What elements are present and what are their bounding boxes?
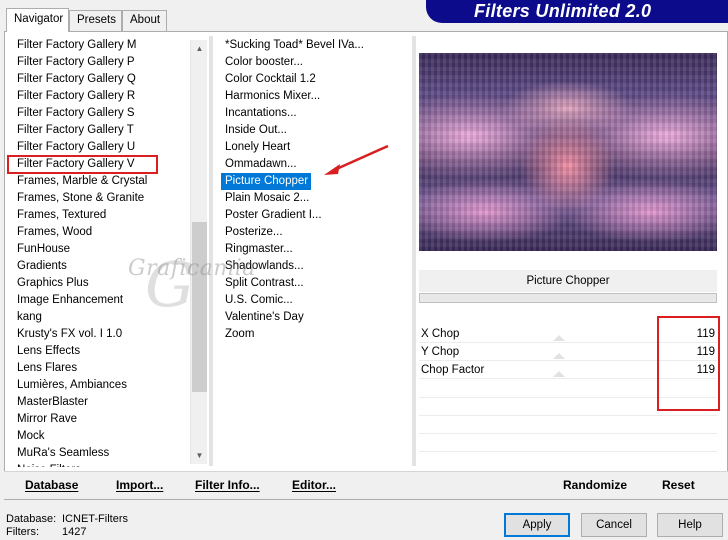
slider-thumb-icon[interactable] xyxy=(553,335,565,341)
cancel-button[interactable]: Cancel xyxy=(581,513,647,537)
list-item[interactable]: Lumières, Ambiances xyxy=(13,377,189,394)
filter-title: Picture Chopper xyxy=(419,270,717,292)
list-item[interactable]: Picture Chopper xyxy=(221,173,312,190)
list-item[interactable]: Krusty's FX vol. I 1.0 xyxy=(13,326,189,343)
list-item[interactable]: Mirror Rave xyxy=(13,411,189,428)
param-row-empty xyxy=(419,451,717,452)
list-item[interactable]: Inside Out... xyxy=(221,122,407,139)
help-button[interactable]: Help xyxy=(657,513,723,537)
tab-presets[interactable]: Presets xyxy=(69,10,122,31)
panel-divider-right xyxy=(412,36,416,466)
list-item[interactable]: Incantations... xyxy=(221,105,407,122)
list-item[interactable]: Color Cocktail 1.2 xyxy=(221,71,407,88)
list-item[interactable]: Frames, Stone & Granite xyxy=(13,190,189,207)
slider-thumb-icon[interactable] xyxy=(553,371,565,377)
list-item[interactable]: Filter Factory Gallery T xyxy=(13,122,189,139)
list-item[interactable]: Filter Factory Gallery R xyxy=(13,88,189,105)
list-item[interactable]: Frames, Wood xyxy=(13,224,189,241)
list-item[interactable]: Frames, Textured xyxy=(13,207,189,224)
list-item[interactable]: Plain Mosaic 2... xyxy=(221,190,407,207)
editor-button[interactable]: Editor... xyxy=(292,478,336,492)
param-row-empty xyxy=(419,415,717,416)
list-item[interactable]: Filter Factory Gallery S xyxy=(13,105,189,122)
list-item[interactable]: Filter Factory Gallery Q xyxy=(13,71,189,88)
import-button[interactable]: Import... xyxy=(116,478,163,492)
list-item[interactable]: Filter Factory Gallery P xyxy=(13,54,189,71)
watermark-text: Graficamia xyxy=(128,256,256,281)
list-item[interactable]: Posterize... xyxy=(221,224,407,241)
tab-navigator-label: Navigator xyxy=(14,13,64,25)
list-item[interactable]: Valentine's Day xyxy=(221,309,407,326)
filters-label: Filters: xyxy=(6,526,39,538)
param-row-empty xyxy=(419,433,717,434)
list-item[interactable]: MuRa's Seamless xyxy=(13,445,189,462)
list-item[interactable]: U.S. Comic... xyxy=(221,292,407,309)
list-item[interactable]: Mock xyxy=(13,428,189,445)
panel-divider-left xyxy=(209,36,213,466)
tab-presets-label: Presets xyxy=(77,14,116,26)
filter-list[interactable]: *Sucking Toad* Bevel IVa... Color booster… xyxy=(221,37,407,357)
param-label: Chop Factor xyxy=(421,364,485,376)
annotation-arrow-icon xyxy=(324,144,389,175)
slider-thumb-icon[interactable] xyxy=(553,353,565,359)
database-button[interactable]: Database xyxy=(25,478,78,492)
param-label: Y Chop xyxy=(421,346,460,358)
database-label: Database: xyxy=(6,513,57,525)
app-title: Filters Unlimited 2.0 xyxy=(474,1,652,21)
list-item[interactable]: Noise Filters xyxy=(13,462,189,467)
scroll-up-icon[interactable]: ▲ xyxy=(191,40,208,57)
param-label: X Chop xyxy=(421,328,460,340)
list-item[interactable]: Filter Factory Gallery U xyxy=(13,139,189,156)
list-item[interactable]: Filter Factory Gallery M xyxy=(13,37,189,54)
list-item[interactable]: Lens Flares xyxy=(13,360,189,377)
randomize-button[interactable]: Randomize xyxy=(563,478,627,492)
highlight-box-category xyxy=(7,155,158,174)
list-item[interactable]: Harmonics Mixer... xyxy=(221,88,407,105)
app-title-banner: Filters Unlimited 2.0 xyxy=(426,0,728,23)
apply-button[interactable]: Apply xyxy=(504,513,570,537)
list-item[interactable]: Poster Gradient I... xyxy=(221,207,407,224)
tab-about-label: About xyxy=(130,14,161,26)
filter-info-button[interactable]: Filter Info... xyxy=(195,478,260,492)
list-item[interactable]: *Sucking Toad* Bevel IVa... xyxy=(221,37,407,54)
filters-count: 1427 xyxy=(62,526,87,538)
reset-button[interactable]: Reset xyxy=(662,478,695,492)
highlight-box-values xyxy=(657,316,720,411)
preview-image xyxy=(419,53,717,251)
preview-texture xyxy=(419,53,717,251)
database-value: ICNET-Filters xyxy=(62,513,128,525)
list-item[interactable]: MasterBlaster xyxy=(13,394,189,411)
tab-about[interactable]: About xyxy=(122,10,167,31)
list-item[interactable]: Frames, Marble & Crystal xyxy=(13,173,189,190)
list-item[interactable]: Lens Effects xyxy=(13,343,189,360)
scroll-down-icon[interactable]: ▼ xyxy=(191,447,208,464)
list-item[interactable]: Zoom xyxy=(221,326,407,343)
list-item[interactable]: Color booster... xyxy=(221,54,407,71)
progress-bar xyxy=(419,293,717,303)
tab-navigator[interactable]: Navigator xyxy=(6,8,69,32)
